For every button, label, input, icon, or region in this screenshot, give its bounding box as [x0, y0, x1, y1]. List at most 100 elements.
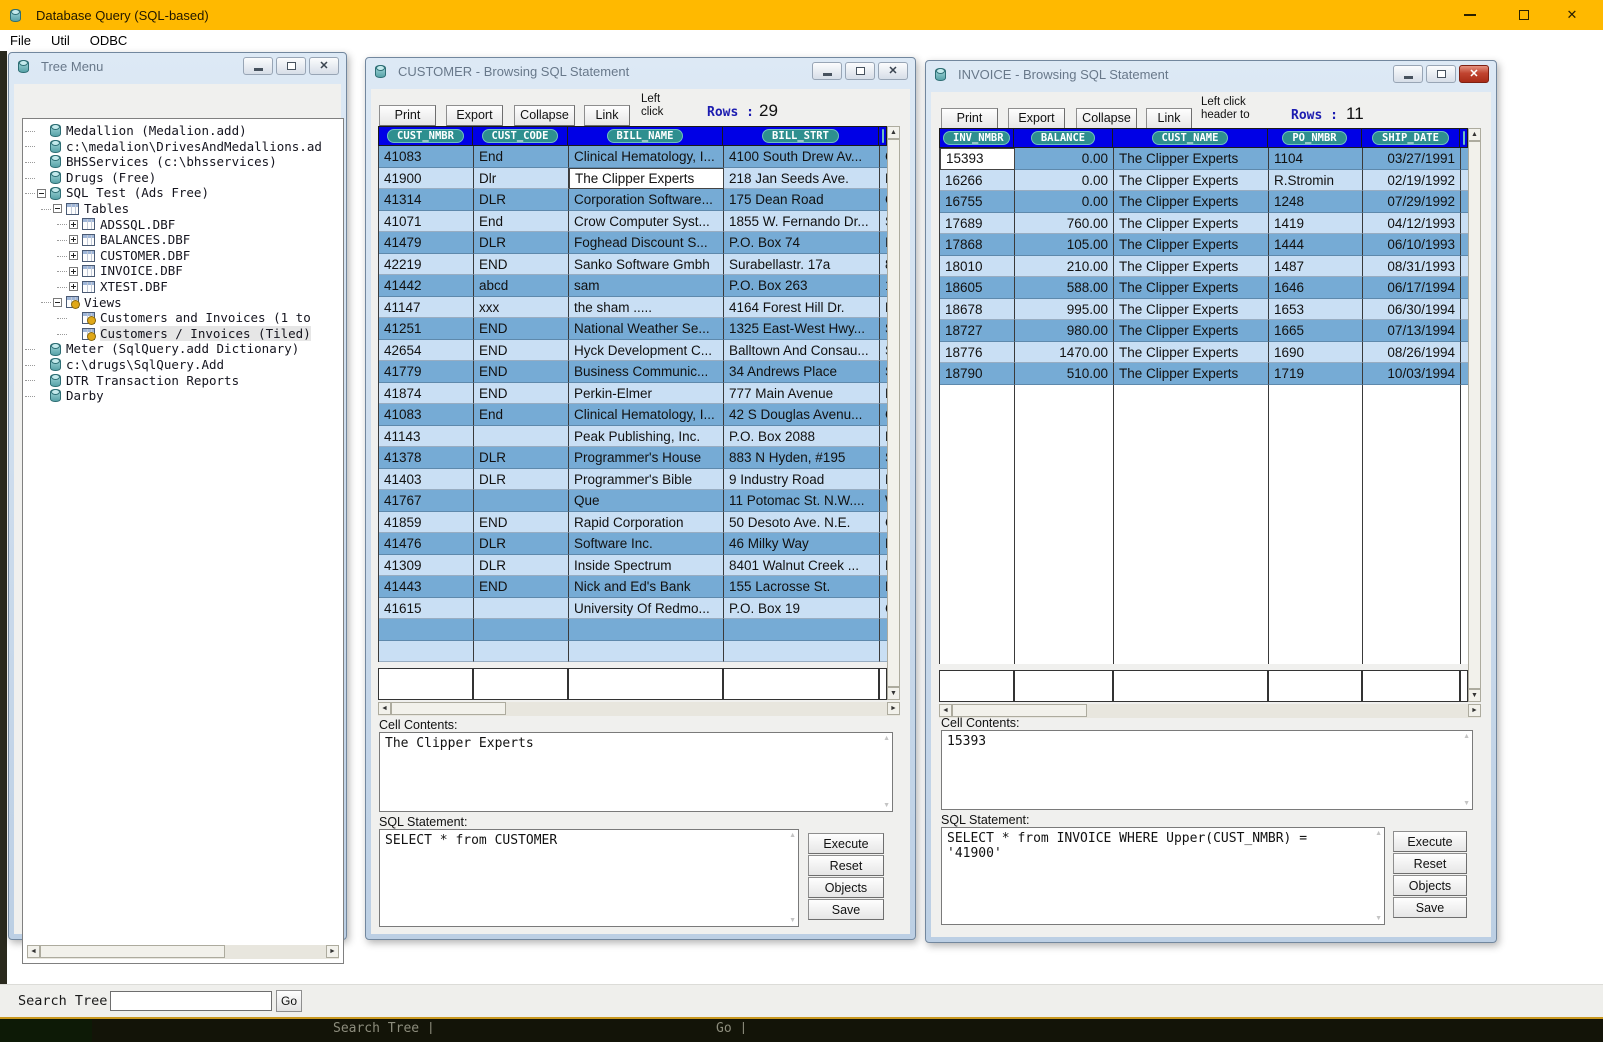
grid-cell[interactable]: the sham .....	[569, 297, 724, 319]
grid-cell[interactable]: 0.00	[1015, 170, 1114, 192]
grid-cell[interactable]: 883 N Hyden, #195	[724, 447, 880, 469]
tree-minimize-button[interactable]	[243, 57, 273, 75]
grid-cell[interactable]: 07/13/1994	[1363, 320, 1461, 342]
scroll-down-icon[interactable]: ▼	[887, 687, 900, 700]
empty-cell[interactable]	[1362, 670, 1460, 702]
grid-cell[interactable]: P.O. Box 19	[724, 598, 880, 620]
customer-minimize-button[interactable]	[812, 62, 842, 80]
grid-cell[interactable]: The Clipper Experts	[1114, 234, 1269, 256]
grid-cell[interactable]: DLR	[474, 232, 569, 254]
grid-cell[interactable]: 0.00	[1015, 148, 1114, 170]
reset-button[interactable]: Reset	[808, 855, 884, 876]
column-header[interactable]: SHIP_DATE	[1362, 128, 1460, 148]
tree-item[interactable]: XTEST.DBF	[23, 279, 343, 295]
column-header[interactable]: CUST_NAME	[1113, 128, 1268, 148]
grid-cell[interactable]: 18776	[940, 342, 1015, 364]
grid-cell[interactable]: 18010	[940, 256, 1015, 278]
h-scrollbar-thumb[interactable]	[40, 945, 225, 958]
grid-cell[interactable]: DLR	[474, 469, 569, 491]
grid-cell[interactable]: 1855 W. Fernando Dr...	[724, 211, 880, 233]
maximize-button[interactable]	[1501, 0, 1547, 30]
grid-cell[interactable]: 06/17/1994	[1363, 277, 1461, 299]
grid-cell[interactable]: 10/03/1994	[1363, 363, 1461, 385]
collapse-minus-icon[interactable]	[53, 298, 62, 307]
grid-cell[interactable]: 41900	[379, 168, 474, 190]
sql-statement-input[interactable]: SELECT * from CUSTOMER	[380, 830, 798, 926]
grid-cell[interactable]: 210.00	[1015, 256, 1114, 278]
grid-cell[interactable]: Perkin-Elmer	[569, 383, 724, 405]
grid-cell[interactable]: 4164 Forest Hill Dr.	[724, 297, 880, 319]
minimize-button[interactable]	[1447, 0, 1493, 30]
scroll-down-icon[interactable]: ▼	[1375, 915, 1382, 922]
grid-cell[interactable]: Rapid Corporation	[569, 512, 724, 534]
collapse-button[interactable]: Collapse	[514, 105, 575, 126]
grid-cell[interactable]: Programmer's Bible	[569, 469, 724, 491]
empty-cell[interactable]	[723, 668, 879, 700]
grid-cell[interactable]: 105.00	[1015, 234, 1114, 256]
tree-item[interactable]: Meter (SqlQuery.add Dictionary)	[23, 341, 343, 357]
grid-cell[interactable]: END	[474, 318, 569, 340]
grid-cell[interactable]: The Clipper Experts	[1114, 170, 1269, 192]
collapse-minus-icon[interactable]	[53, 204, 62, 213]
scroll-down-icon[interactable]: ▼	[883, 802, 890, 809]
empty-cell[interactable]	[1113, 670, 1268, 702]
grid-cell[interactable]: 1104	[1269, 148, 1363, 170]
grid-cell[interactable]: 777 Main Avenue	[724, 383, 880, 405]
grid-cell[interactable]: 1325 East-West Hwy...	[724, 318, 880, 340]
grid-cell[interactable]: 18605	[940, 277, 1015, 299]
column-header[interactable]	[1460, 128, 1468, 148]
menu-file[interactable]: File	[0, 33, 41, 48]
grid-cell[interactable]: 1487	[1269, 256, 1363, 278]
column-header[interactable]: BILL_STRT	[723, 126, 879, 146]
grid-cell[interactable]: The Clipper Experts	[1114, 342, 1269, 364]
grid-cell[interactable]: abcd	[474, 275, 569, 297]
scroll-left-icon[interactable]: ◄	[378, 702, 391, 715]
grid-cell[interactable]: 4100 South Drew Av...	[724, 146, 880, 168]
column-header[interactable]: CUST_NMBR	[378, 126, 473, 146]
grid-cell[interactable]: 760.00	[1015, 213, 1114, 235]
grid-cell[interactable]: END	[474, 361, 569, 383]
search-tree-input[interactable]	[110, 991, 272, 1011]
scroll-right-icon[interactable]: ►	[887, 702, 900, 715]
scroll-up-icon[interactable]: ▲	[1463, 733, 1470, 740]
column-header[interactable]: PO_NMBR	[1268, 128, 1362, 148]
invoice-close-button[interactable]: ✕	[1459, 65, 1489, 83]
grid-cell[interactable]: 16755	[940, 191, 1015, 213]
grid-cell[interactable]: 16266	[940, 170, 1015, 192]
grid-cell[interactable]: DLR	[474, 555, 569, 577]
save-button[interactable]: Save	[1393, 897, 1467, 918]
empty-cell[interactable]	[879, 668, 887, 700]
invoice-vertical-scrollbar[interactable]: ▲ ▼	[1468, 128, 1481, 702]
grid-cell[interactable]: 17689	[940, 213, 1015, 235]
scroll-down-icon[interactable]: ▼	[789, 917, 796, 924]
grid-cell[interactable]: R.Stromin	[1269, 170, 1363, 192]
grid-cell[interactable]	[474, 426, 569, 448]
tree-item[interactable]: c:\medalion\DrivesAndMedallions.ad	[23, 139, 343, 155]
column-header[interactable]: BILL_NAME	[568, 126, 723, 146]
column-header[interactable]: CUST_CODE	[473, 126, 568, 146]
grid-cell[interactable]: 1690	[1269, 342, 1363, 364]
grid-cell[interactable]: 41071	[379, 211, 474, 233]
execute-button[interactable]: Execute	[1393, 831, 1467, 852]
v-scrollbar-thumb[interactable]	[887, 139, 900, 687]
tree-item[interactable]: Customers / Invoices (Tiled)	[23, 326, 343, 342]
scroll-right-icon[interactable]: ►	[326, 945, 339, 958]
grid-cell[interactable]: 218 Jan Seeds Ave.	[724, 168, 880, 190]
grid-cell[interactable]: Programmer's House	[569, 447, 724, 469]
scroll-up-icon[interactable]: ▲	[789, 832, 796, 839]
grid-cell[interactable]: Balltown And Consau...	[724, 340, 880, 362]
grid-cell[interactable]: P.O. Box 74	[724, 232, 880, 254]
tree-item[interactable]: DTR Transaction Reports	[23, 373, 343, 389]
grid-cell[interactable]: 04/12/1993	[1363, 213, 1461, 235]
grid-cell[interactable]: 03/27/1991	[1363, 148, 1461, 170]
grid-cell[interactable]: 06/30/1994	[1363, 299, 1461, 321]
grid-cell[interactable]: The Clipper Experts	[1114, 320, 1269, 342]
close-button[interactable]: ✕	[1549, 0, 1595, 30]
grid-cell[interactable]: 42 S Douglas Avenu...	[724, 404, 880, 426]
collapse-minus-icon[interactable]	[37, 189, 46, 198]
empty-cell[interactable]	[1460, 670, 1468, 702]
empty-cell[interactable]	[378, 668, 473, 700]
grid-cell[interactable]: 34 Andrews Place	[724, 361, 880, 383]
scroll-left-icon[interactable]: ◄	[27, 945, 40, 958]
grid-cell[interactable]: Foghead Discount S...	[569, 232, 724, 254]
